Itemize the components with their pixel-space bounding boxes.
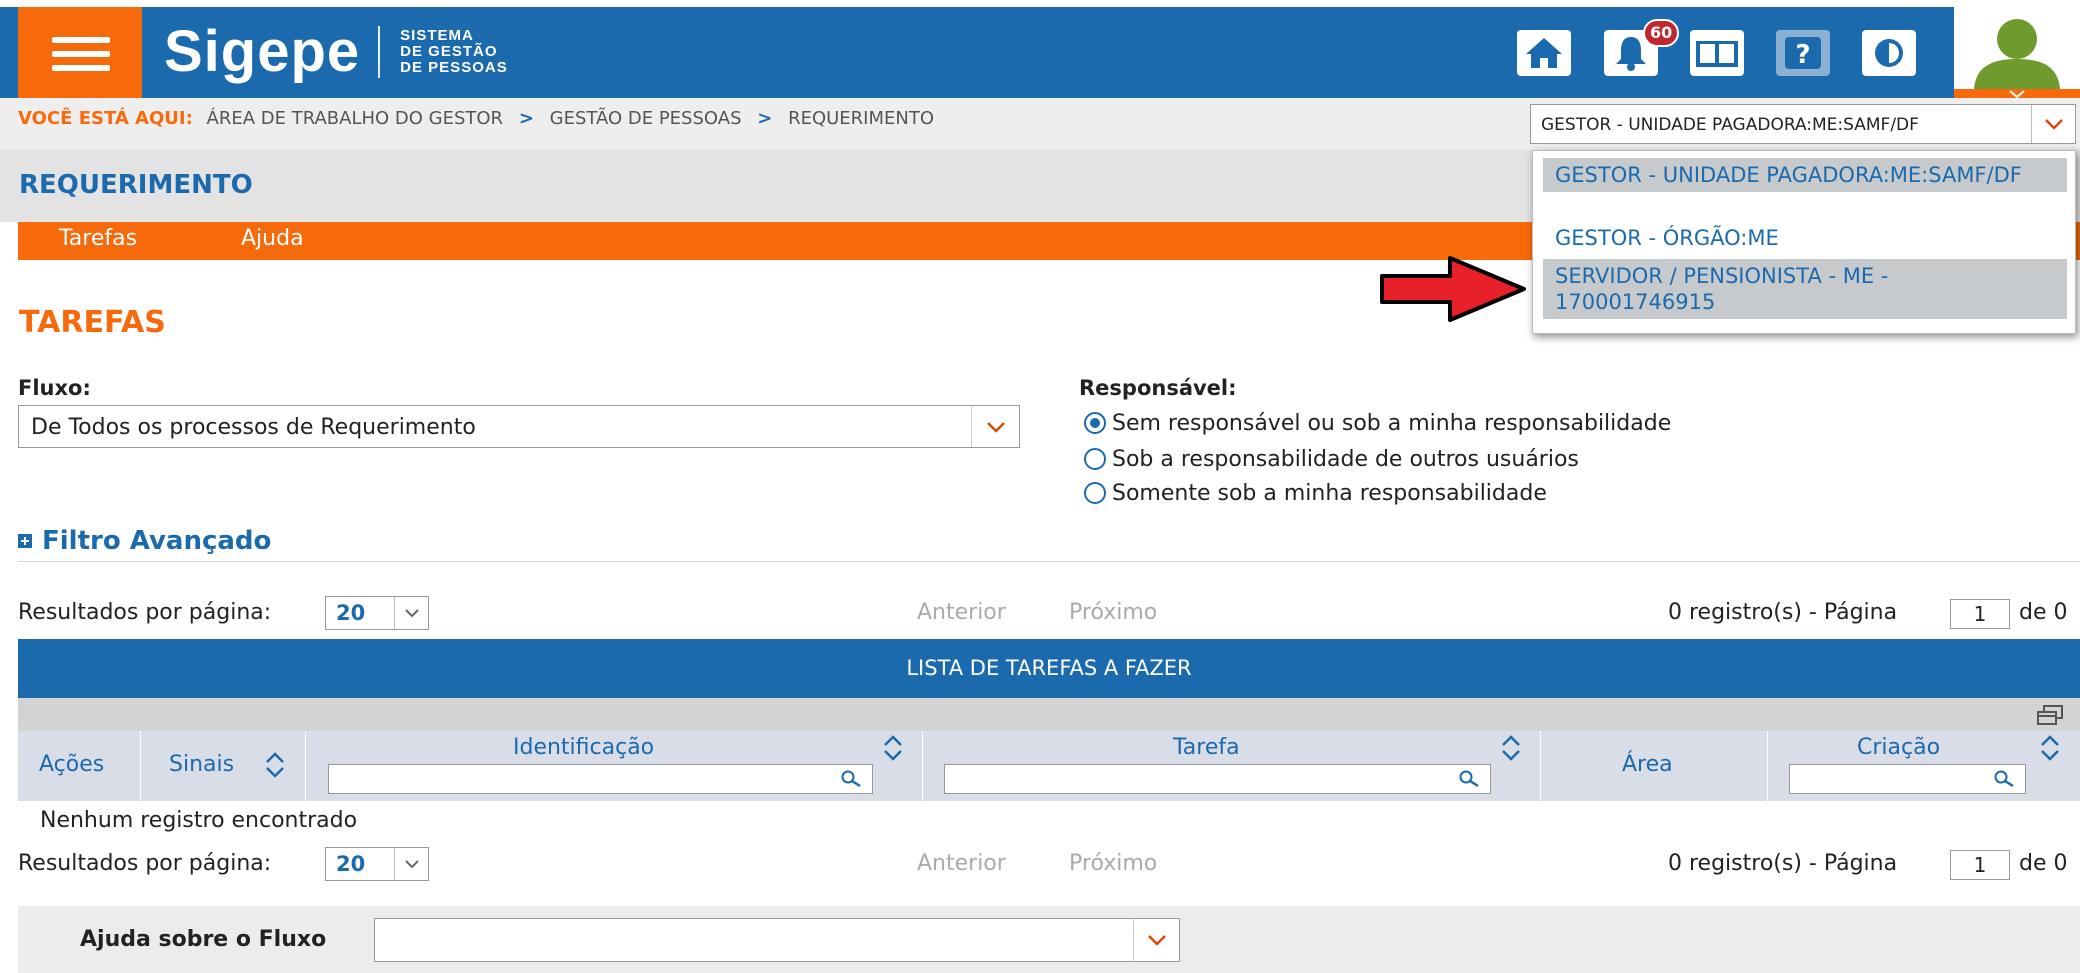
help-icon[interactable]: ?: [1776, 30, 1830, 76]
profile-option[interactable]: GESTOR - UNIDADE PAGADORA:ME:SAMF/DF: [1543, 158, 2067, 192]
records-count: 0 registro(s) - Página: [1668, 600, 1898, 625]
help-flow-label: Ajuda sobre o Fluxo: [80, 927, 327, 952]
column-area: Área: [1622, 752, 1673, 777]
breadcrumb-prefix: VOCÊ ESTÁ AQUI:: [18, 108, 193, 129]
per-page-select[interactable]: 20: [325, 847, 429, 881]
menu-icon: [52, 37, 110, 43]
red-arrow-annotation: [1380, 256, 1526, 322]
radio-outros-usuarios[interactable]: Sob a responsabilidade de outros usuário…: [1084, 444, 1579, 474]
section-title: TAREFAS: [19, 305, 166, 340]
advanced-filter-toggle[interactable]: Filtro Avançado: [18, 526, 271, 556]
fluxo-select[interactable]: De Todos os processos de Requerimento: [18, 405, 1020, 448]
logo-text: Sigepe: [164, 19, 361, 84]
radio-button[interactable]: [1084, 448, 1106, 470]
chevron-down-icon: [2009, 90, 2025, 98]
sort-icon[interactable]: [2039, 734, 2061, 762]
profile-select[interactable]: GESTOR - UNIDADE PAGADORA:ME:SAMF/DF: [1530, 104, 2076, 144]
criacao-filter-input[interactable]: [1789, 764, 2026, 794]
column-acoes: Ações: [39, 752, 105, 777]
search-icon: [1994, 770, 2014, 788]
radio-sem-responsavel[interactable]: Sem responsável ou sob a minha responsab…: [1084, 408, 1671, 438]
search-icon: [1459, 770, 1479, 788]
page-title: REQUERIMENTO: [19, 170, 253, 200]
search-icon: [841, 770, 861, 788]
sort-icon[interactable]: [1500, 734, 1522, 762]
page-number-input[interactable]: 1: [1950, 850, 2010, 880]
per-page-select[interactable]: 20: [325, 596, 429, 630]
user-icon: [1974, 19, 2060, 89]
logo[interactable]: Sigepe SISTEMA DE GESTÃO DE PESSOAS: [164, 14, 508, 90]
records-count: 0 registro(s) - Página: [1668, 851, 1898, 876]
breadcrumb: VOCÊ ESTÁ AQUI: ÁREA DE TRABALHO DO GEST…: [18, 108, 935, 129]
page-total: de 0: [2019, 851, 2068, 876]
per-page-label: Resultados por página:: [18, 851, 272, 876]
svg-text:?: ?: [1795, 40, 1810, 70]
next-page-link[interactable]: Próximo: [1069, 851, 1157, 876]
fluxo-select-value: De Todos os processos de Requerimento: [31, 415, 476, 440]
menu-button[interactable]: [18, 7, 142, 98]
column-tarefa[interactable]: Tarefa: [1173, 735, 1240, 760]
tab-ajuda[interactable]: Ajuda: [241, 226, 304, 251]
column-identificacao[interactable]: Identificação: [513, 735, 654, 760]
profile-option[interactable]: GESTOR - ÓRGÃO:ME: [1543, 221, 2067, 255]
book-icon[interactable]: [1690, 30, 1744, 76]
next-page-link[interactable]: Próximo: [1069, 600, 1157, 625]
plus-icon: [18, 534, 32, 548]
per-page-label: Resultados por página:: [18, 600, 272, 625]
column-sinais[interactable]: Sinais: [169, 752, 234, 777]
logo-subtitle: SISTEMA DE GESTÃO DE PESSOAS: [400, 27, 508, 76]
profile-option[interactable]: SERVIDOR / PENSIONISTA - ME - 1700017469…: [1543, 259, 2067, 319]
page-number-input[interactable]: 1: [1950, 599, 2010, 629]
tarefa-filter-input[interactable]: [944, 764, 1491, 794]
help-flow-select[interactable]: [374, 918, 1180, 962]
column-criacao[interactable]: Criação: [1857, 735, 1940, 760]
chevron-down-icon: [971, 406, 1019, 447]
tab-tarefas[interactable]: Tarefas: [59, 226, 137, 251]
empty-table-message: Nenhum registro encontrado: [40, 808, 358, 833]
table-toolbar: [18, 698, 2080, 731]
export-icon[interactable]: [2036, 704, 2064, 726]
chevron-down-icon: [1133, 919, 1179, 961]
sort-icon[interactable]: [882, 734, 904, 762]
divider: [18, 561, 2080, 562]
profile-select-value: GESTOR - UNIDADE PAGADORA:ME:SAMF/DF: [1541, 115, 1919, 135]
chevron-down-icon: [394, 597, 428, 629]
sort-icon[interactable]: [264, 751, 286, 779]
identificacao-filter-input[interactable]: [328, 764, 873, 794]
profile-dropdown-list: GESTOR - UNIDADE PAGADORA:ME:SAMF/DF GES…: [1532, 150, 2076, 334]
prev-page-link[interactable]: Anterior: [917, 600, 1006, 625]
breadcrumb-item[interactable]: ÁREA DE TRABALHO DO GESTOR: [207, 108, 504, 129]
radio-somente-minha[interactable]: Somente sob a minha responsabilidade: [1084, 478, 1547, 508]
fluxo-label: Fluxo:: [18, 376, 91, 400]
prev-page-link[interactable]: Anterior: [917, 851, 1006, 876]
notification-badge: 60: [1643, 19, 1680, 47]
radio-button[interactable]: [1084, 482, 1106, 504]
breadcrumb-item[interactable]: GESTÃO DE PESSOAS: [550, 108, 742, 129]
home-icon[interactable]: [1517, 30, 1571, 76]
chevron-down-icon: [2031, 105, 2075, 143]
table-title: LISTA DE TAREFAS A FAZER: [18, 639, 2080, 698]
responsavel-label: Responsável:: [1079, 376, 1237, 400]
page-total: de 0: [2019, 600, 2068, 625]
chevron-down-icon: [394, 848, 428, 880]
radio-button[interactable]: [1084, 412, 1106, 434]
breadcrumb-item: REQUERIMENTO: [788, 108, 935, 129]
contrast-icon[interactable]: [1862, 30, 1916, 76]
user-avatar[interactable]: [1954, 7, 2080, 98]
